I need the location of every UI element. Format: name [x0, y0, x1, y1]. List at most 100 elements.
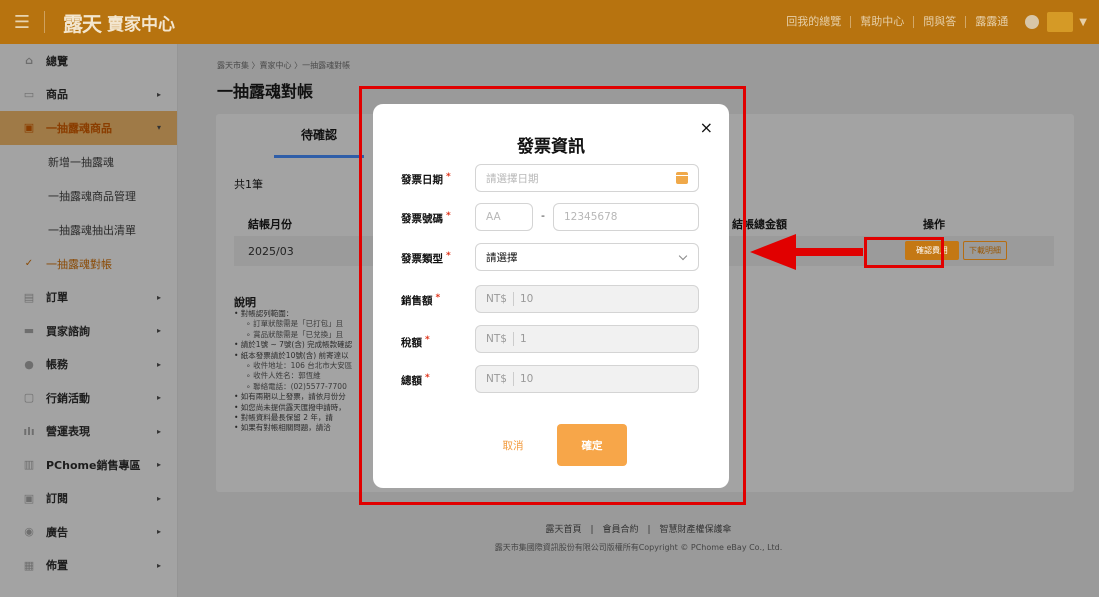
chevron-down-icon	[678, 251, 688, 261]
chevron-right-icon: ▸	[156, 359, 161, 369]
divider	[512, 332, 514, 346]
label-text: 總額	[401, 375, 422, 387]
sidebar-item-accounts[interactable]: ● 帳務 ▸	[0, 348, 177, 382]
sidebar-item-label: 買家諮詢	[46, 324, 90, 338]
cancel-button[interactable]: 取消	[488, 424, 538, 466]
date-placeholder: 請選擇日期	[486, 172, 539, 185]
currency-prefix: NT$	[486, 373, 507, 385]
total-amount-field: NT$ 10	[475, 365, 699, 393]
divider	[512, 372, 514, 386]
sidebar-subitem-add[interactable]: 新增一抽露魂	[0, 145, 177, 179]
column-header-action: 操作	[923, 218, 945, 231]
label-text: 發票日期	[401, 174, 443, 186]
invoice-number-label: 發票號碼 *	[401, 211, 451, 226]
chevron-right-icon: ▸	[156, 426, 161, 436]
sidebar-item-pchome[interactable]: ▥ PChome銷售專區 ▸	[0, 448, 177, 482]
sidebar-item-inquiries[interactable]: ▬ 買家諮詢 ▸	[0, 314, 177, 348]
invoice-prefix-input[interactable]: AA	[475, 203, 533, 231]
required-mark: *	[446, 172, 451, 182]
sidebar-item-lottery-products[interactable]: ▣ 一抽露魂商品 ▾	[0, 111, 177, 145]
confirm-button[interactable]: 確定	[557, 424, 627, 466]
chevron-right-icon: ▸	[156, 560, 161, 570]
sidebar-item-label: 商品	[46, 88, 68, 102]
sidebar-item-ads[interactable]: ◉ 廣告 ▸	[0, 515, 177, 549]
top-link-help[interactable]: 幫助中心	[851, 16, 915, 28]
divider	[44, 11, 45, 33]
chat-icon: ▬	[23, 324, 35, 338]
check-icon: ✓	[24, 258, 34, 269]
invoice-type-select[interactable]: 請選擇	[475, 243, 699, 271]
sidebar-item-orders[interactable]: ▤ 訂單 ▸	[0, 281, 177, 315]
bar-chart-icon: ılı	[23, 424, 35, 438]
sidebar-item-overview[interactable]: ⌂ 總覽	[0, 44, 177, 78]
tax-amount-field: NT$ 1	[475, 325, 699, 353]
invoice-number-input[interactable]: 12345678	[553, 203, 699, 231]
required-mark: *	[446, 251, 451, 261]
sales-value: 10	[519, 293, 534, 305]
invoice-date-input[interactable]: 請選擇日期	[475, 164, 699, 192]
sidebar-item-label: 帳務	[46, 358, 68, 372]
download-detail-button[interactable]: 下載明細	[963, 241, 1007, 260]
sidebar-subitem-manage[interactable]: 一抽露魂商品管理	[0, 179, 177, 213]
page-title: 一抽露魂對帳	[217, 82, 314, 101]
sidebar-item-label: 行銷活動	[46, 391, 90, 405]
tax-label: 稅額 *	[401, 335, 430, 350]
logo[interactable]: 露天 賣家中心	[63, 8, 175, 37]
red-arrow-shaft	[795, 248, 863, 256]
sidebar-item-marketing[interactable]: ▢ 行銷活動 ▸	[0, 381, 177, 415]
sidebar-subitem-drawn-list[interactable]: 一抽露魂抽出清單	[0, 213, 177, 247]
tab-pending[interactable]: 待確認	[274, 126, 364, 158]
invoice-modal: × 發票資訊 發票日期 * 請選擇日期 發票號碼 * AA - 12345678 發…	[373, 104, 729, 488]
chevron-down-icon[interactable]: ▼	[1079, 17, 1087, 28]
modal-title: 發票資訊	[517, 137, 585, 157]
logo-title: 賣家中心	[107, 14, 175, 35]
sidebar-item-performance[interactable]: ılı 營運表現 ▸	[0, 415, 177, 449]
doc-icon: ▤	[23, 290, 35, 304]
label-text: 稅額	[401, 337, 422, 349]
sidebar-item-label: 營運表現	[46, 425, 90, 439]
top-link-messenger[interactable]: 露露通	[966, 16, 1017, 28]
chevron-right-icon: ▸	[156, 292, 161, 302]
required-mark: *	[435, 293, 441, 303]
currency-prefix: NT$	[486, 333, 507, 345]
required-mark: *	[425, 373, 430, 383]
shop-icon: ▭	[23, 87, 35, 101]
column-header-month: 結帳月份	[248, 218, 292, 231]
breadcrumb[interactable]: 露天市集 〉賣家中心 〉一抽露魂對帳	[217, 60, 350, 71]
hamburger-menu-icon[interactable]: ☰	[0, 0, 44, 44]
user-name-box[interactable]	[1047, 12, 1074, 32]
number-dash: -	[541, 209, 545, 222]
calendar-icon[interactable]	[676, 172, 688, 184]
sidebar-item-products[interactable]: ▭ 商品 ▸	[0, 78, 177, 112]
highlight-frame-button	[864, 237, 944, 268]
ad-icon: ◉	[24, 525, 34, 539]
total-value: 10	[519, 373, 534, 385]
avatar[interactable]	[1025, 15, 1040, 29]
chevron-right-icon: ▸	[156, 326, 161, 336]
top-link-overview[interactable]: 回我的總覽	[777, 16, 852, 28]
label-text: 發票號碼	[401, 213, 443, 225]
tax-value: 1	[519, 333, 527, 345]
footer-links[interactable]: 露天首頁 | 會員合約 | 智慧財產權保護傘	[178, 522, 1099, 535]
number-placeholder: 12345678	[564, 211, 618, 223]
sidebar-item-subscribe[interactable]: ▣ 訂閱 ▸	[0, 482, 177, 516]
sidebar-item-label: 佈置	[46, 559, 68, 573]
store-icon: ▥	[23, 458, 35, 472]
total-label: 總額 *	[401, 373, 430, 388]
sidebar-item-layout[interactable]: ▦ 佈置 ▸	[0, 549, 177, 583]
sidebar-subitem-reconcile[interactable]: ✓ 一抽露魂對帳	[0, 247, 177, 281]
top-bar: ☰ 露天 賣家中心 回我的總覽 幫助中心 問與答 露露通 ▼	[0, 0, 1099, 44]
red-arrow-head	[750, 234, 796, 270]
sidebar-item-label: PChome銷售專區	[46, 458, 141, 472]
top-link-faq[interactable]: 問與答	[914, 16, 967, 28]
chevron-right-icon: ▸	[156, 527, 161, 537]
sidebar-subitem-label: 一抽露魂對帳	[46, 257, 112, 271]
prefix-placeholder: AA	[486, 211, 501, 223]
select-value: 請選擇	[486, 251, 518, 264]
sales-label: 銷售額 *	[401, 293, 440, 308]
subscribe-icon: ▣	[23, 491, 35, 505]
coin-icon: ●	[24, 357, 34, 371]
logo-mark: 露天	[63, 11, 102, 36]
sidebar-item-label: 總覽	[46, 54, 68, 68]
home-icon: ⌂	[25, 54, 33, 68]
